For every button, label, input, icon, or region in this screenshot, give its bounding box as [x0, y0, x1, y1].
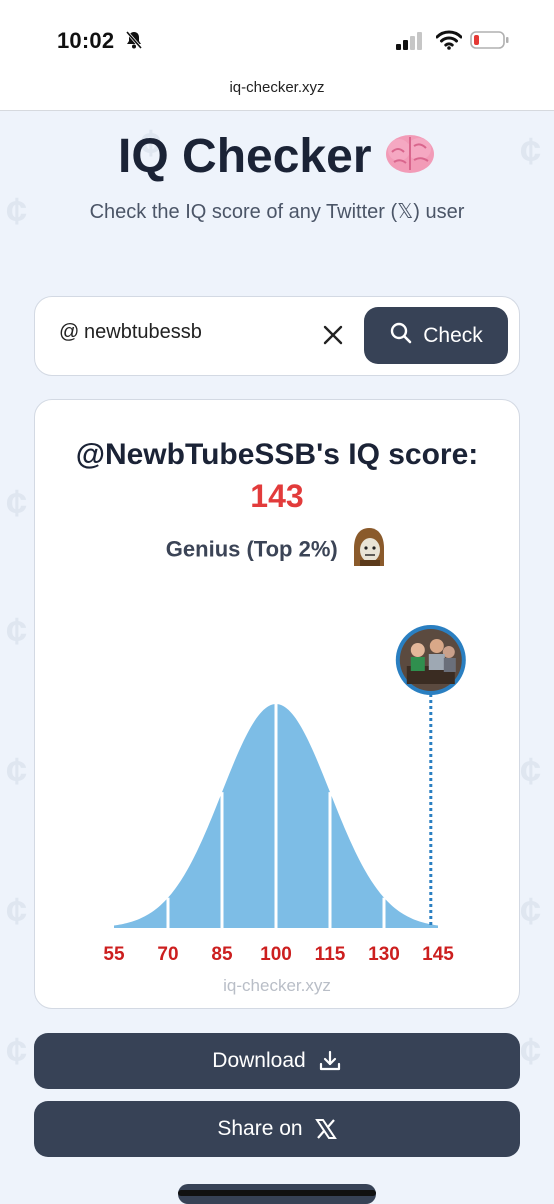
home-indicator: [178, 1190, 376, 1196]
brain-icon: [384, 132, 436, 181]
category-row: Genius (Top 2%): [35, 526, 519, 573]
iq-distribution-chart: 55 70 85 100 115 130 145: [103, 625, 466, 965]
search-bar: @ Check: [34, 296, 520, 376]
check-button[interactable]: Check: [364, 307, 508, 364]
at-prefix: @: [59, 321, 80, 343]
status-bar: 10:02: [0, 0, 554, 76]
status-time: 10:02: [57, 28, 115, 53]
check-button-label: Check: [423, 323, 483, 347]
background-watermark-icon: ¢: [6, 751, 28, 793]
background-watermark-icon: ¢: [6, 1031, 28, 1073]
background-watermark-icon: ¢: [6, 891, 28, 933]
iq-category: Genius (Top 2%): [165, 536, 338, 562]
browser-url-bar[interactable]: iq-checker.xyz: [0, 76, 554, 111]
card-watermark: iq-checker.xyz: [223, 976, 331, 995]
x-tick-label: 100: [260, 944, 292, 965]
username-input[interactable]: [84, 321, 334, 344]
x-tick-label: 85: [211, 944, 233, 965]
iq-score: 143: [250, 478, 304, 514]
download-button-label: Download: [212, 1049, 306, 1072]
user-avatar: [395, 625, 466, 695]
background-watermark-icon: ¢: [520, 751, 542, 793]
background-watermark-icon: ¢: [6, 611, 28, 653]
url-text: iq-checker.xyz: [229, 79, 325, 96]
page-content: ¢ ¢ ¢ ¢ ¢ ¢ ¢ ¢ ¢ ¢ ¢ IQ Checker Check t…: [0, 111, 554, 1200]
background-watermark-icon: ¢: [520, 891, 542, 933]
page-subtitle: Check the IQ score of any Twitter (𝕏) us…: [89, 201, 465, 223]
download-icon: [319, 1050, 340, 1071]
x-tick-label: 115: [315, 944, 346, 965]
search-icon: [389, 321, 413, 351]
result-heading: @NewbTubeSSB's IQ score:: [75, 438, 479, 471]
page-title: IQ Checker: [118, 130, 372, 183]
x-tick-label: 55: [103, 944, 125, 965]
hooded-figure-icon: [350, 526, 388, 573]
x-logo-icon: [314, 1119, 337, 1139]
result-card: @NewbTubeSSB's IQ score: 143 Genius (Top…: [34, 399, 520, 1009]
wifi-icon: [435, 30, 463, 55]
title-row: IQ Checker: [0, 129, 554, 184]
download-button[interactable]: Download: [34, 1033, 520, 1089]
background-watermark-icon: ¢: [520, 1031, 542, 1073]
share-button-label: Share on: [217, 1117, 303, 1140]
clear-icon[interactable]: [323, 325, 343, 350]
cellular-signal-icon: [396, 32, 426, 55]
x-tick-label: 145: [422, 944, 454, 965]
background-watermark-icon: ¢: [6, 483, 28, 525]
x-tick-label: 70: [157, 944, 178, 965]
x-tick-label: 130: [368, 944, 400, 965]
bell-muted-icon: [124, 30, 144, 55]
share-on-x-button[interactable]: Share on: [34, 1101, 520, 1157]
battery-low-icon: [470, 30, 510, 55]
